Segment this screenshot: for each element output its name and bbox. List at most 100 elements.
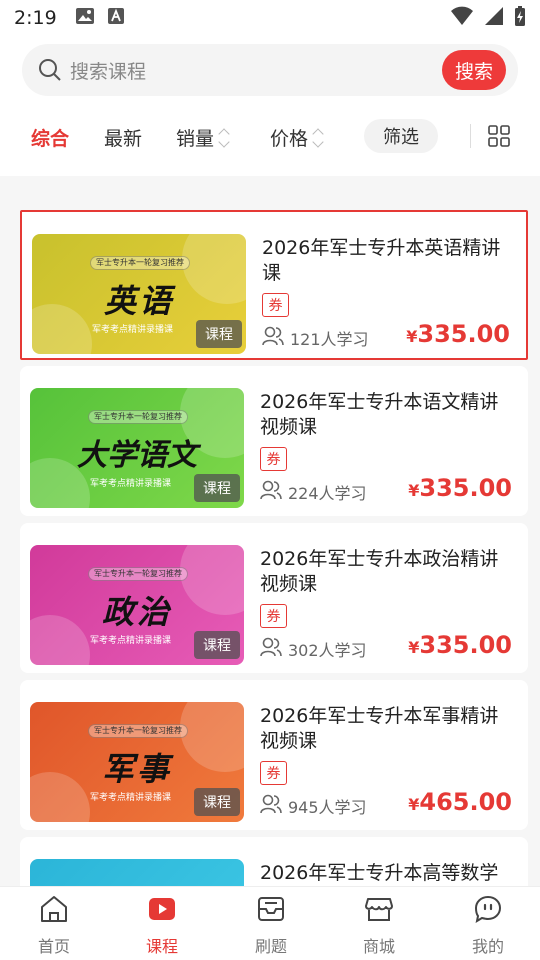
cover-title: 大学语文 [77,438,197,473]
currency-symbol: ¥ [406,327,418,346]
cover-subtitle: 军考考点精讲录播课 [90,636,172,646]
app-notification-icon [107,7,125,29]
course-price: ¥335.00 [408,474,512,502]
currency-symbol: ¥ [408,481,420,500]
nav-label: 商城 [362,937,395,956]
course-cover: 军士专升本一轮复习推荐 英语 军考考点精讲录播课 课程 [32,234,246,354]
price-value: 335.00 [419,474,512,502]
course-cover: 军士专升本一轮复习推荐 政治 军考考点精讲录播课 课程 [30,545,244,665]
course-title: 2026年军士专升本政治精讲视频课 [260,548,499,595]
learner-count: 224人学习 [260,480,367,504]
nav-store[interactable]: 商城 [334,895,424,957]
course-cover: 军士专升本一轮复习推荐 大学语文 军考考点精讲录播课 课程 [30,388,244,508]
cover-top-tag: 军士专升本一轮复习推荐 [88,410,188,424]
filter-price[interactable]: 价格 [270,124,324,151]
header: 搜索课程 搜索 综合 最新 销量 价格 筛选 [0,36,540,176]
coupon-tag: 券 [260,447,287,471]
cover-title: 政治 [101,593,172,631]
nav-home[interactable]: 首页 [9,895,99,957]
cover-top-tag: 军士专升本一轮复习推荐 [90,256,190,270]
battery-charging-icon [514,5,526,31]
coupon-tag: 券 [260,761,287,785]
learner-count-text: 302人学习 [288,641,367,660]
divider [470,124,471,148]
cover-subtitle: 军考考点精讲录播课 [92,325,174,335]
filter-button[interactable]: 筛选 [364,119,438,153]
filter-comprehensive[interactable]: 综合 [31,124,69,151]
currency-symbol: ¥ [408,638,420,657]
filter-label: 综合 [31,128,70,150]
cover-subtitle: 军考考点精讲录播课 [90,793,172,803]
course-badge: 课程 [194,474,240,502]
learner-count: 121人学习 [262,326,369,350]
coupon-tag: 券 [262,293,289,317]
course-title: 2026年军士专升本英语精讲课 [262,237,501,284]
currency-symbol: ¥ [408,795,420,814]
cover-title: 英语 [103,282,174,320]
cover-subtitle: 军考考点精讲录播课 [90,479,172,489]
image-notification-icon [75,7,95,29]
bottom-nav: 首页 课程 刷题 商城 我的 [0,886,540,960]
learner-count-text: 945人学习 [288,798,367,817]
cover-title: 军事 [101,750,172,788]
page: 2:19 搜索课程 搜索 综合 最新 销量 价格 筛选 军士专升本一轮复习推荐 … [0,0,540,960]
grid-view-icon[interactable] [487,124,511,152]
coupon-tag: 券 [260,604,287,628]
filter-sales[interactable]: 销量 [176,124,230,151]
course-card[interactable]: 军士专升本一轮复习推荐 政治 军考考点精讲录播课 课程 2026年军士专升本政治… [20,523,528,673]
people-icon [262,326,284,350]
learner-count: 945人学习 [260,794,367,818]
search-icon [38,58,62,86]
chat-smile-icon [443,895,533,927]
search-button[interactable]: 搜索 [442,50,506,90]
video-icon [117,895,207,927]
people-icon [260,637,282,661]
search-bar[interactable]: 搜索课程 搜索 [22,44,518,96]
nav-label: 我的 [471,937,504,956]
learner-count-text: 224人学习 [288,484,367,503]
course-price: ¥335.00 [408,631,512,659]
status-bar: 2:19 [0,0,540,36]
people-icon [260,480,282,504]
course-price: ¥465.00 [408,788,512,816]
course-badge: 课程 [194,631,240,659]
nav-label: 刷题 [254,937,287,956]
nav-courses[interactable]: 课程 [117,895,207,957]
course-badge: 课程 [194,788,240,816]
filter-bar: 综合 最新 销量 价格 筛选 [0,116,540,160]
course-badge: 课程 [196,320,242,348]
price-value: 335.00 [419,631,512,659]
nav-label: 首页 [37,937,70,956]
course-price: ¥335.00 [406,320,510,348]
cover-top-tag: 军士专升本一轮复习推荐 [88,724,188,738]
course-card[interactable]: 军士专升本一轮复习推荐 英语 军考考点精讲录播课 课程 2026年军士专升本英语… [20,210,528,360]
store-icon [334,895,424,927]
filter-label: 价格 [270,128,309,150]
filter-label: 销量 [176,128,215,150]
wifi-icon [450,6,474,30]
filter-label: 最新 [104,128,143,150]
cover-top-tag: 军士专升本一轮复习推荐 [88,567,188,581]
course-title: 2026年军士专升本高等数学 [260,862,499,884]
price-value: 465.00 [419,788,512,816]
course-title: 2026年军士专升本语文精讲视频课 [260,391,499,438]
people-icon [260,794,282,818]
inbox-icon [226,895,316,927]
nav-label: 课程 [145,937,178,956]
course-title: 2026年军士专升本军事精讲视频课 [260,705,499,752]
course-cover: 军士专升本一轮复习推荐 军事 军考考点精讲录播课 课程 [30,702,244,822]
status-time: 2:19 [14,7,57,29]
price-value: 335.00 [417,320,510,348]
learner-count-text: 121人学习 [290,330,369,349]
nav-practice[interactable]: 刷题 [226,895,316,957]
sort-arrows-icon [218,127,230,149]
course-card[interactable]: 军士专升本一轮复习推荐 军事 军考考点精讲录播课 课程 2026年军士专升本军事… [20,680,528,830]
sort-arrows-icon [312,127,324,149]
filter-latest[interactable]: 最新 [104,124,142,151]
nav-mine[interactable]: 我的 [443,895,533,957]
course-card[interactable]: 军士专升本一轮复习推荐 大学语文 军考考点精讲录播课 课程 2026年军士专升本… [20,366,528,516]
cell-signal-icon [484,6,504,30]
home-icon [9,895,99,927]
learner-count: 302人学习 [260,637,367,661]
search-input[interactable]: 搜索课程 [70,57,146,84]
